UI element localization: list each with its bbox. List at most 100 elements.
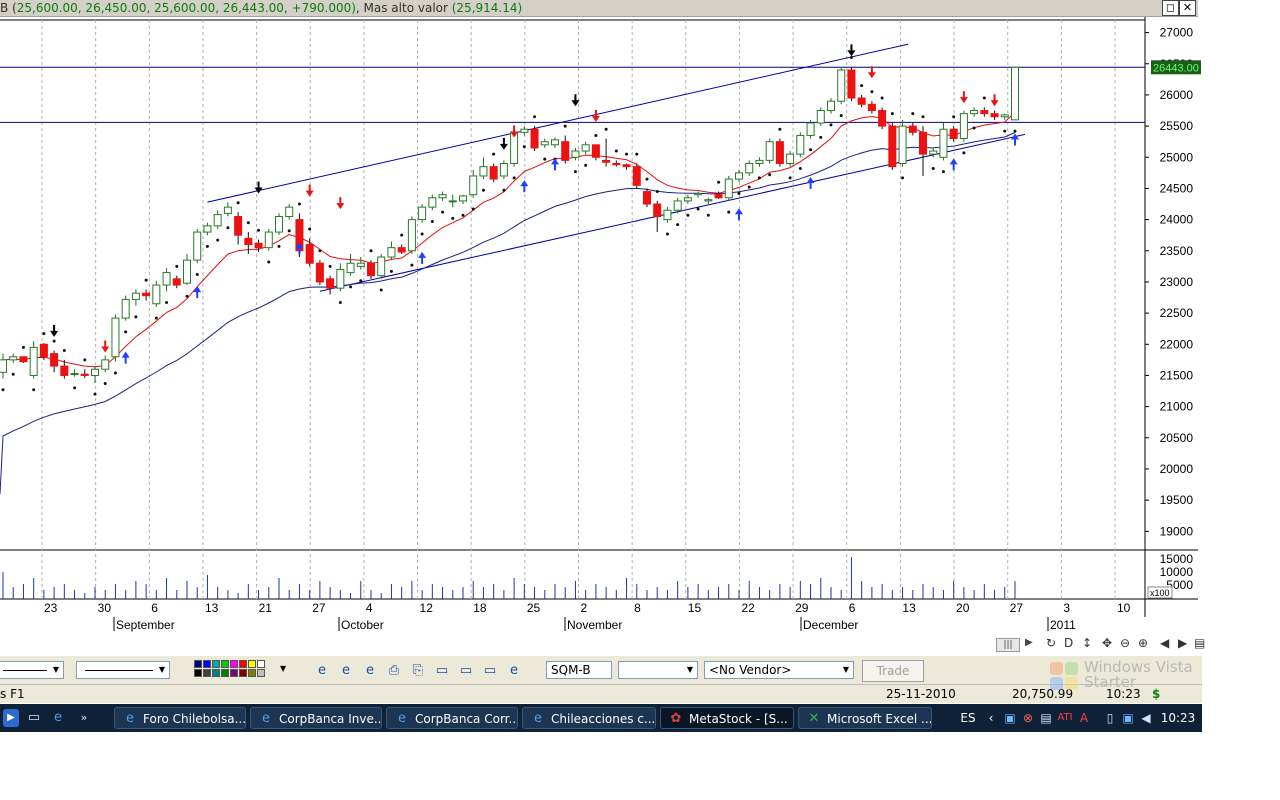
month-label: December	[803, 618, 858, 632]
palette-swatch[interactable]	[248, 669, 256, 677]
stop-dot	[737, 191, 741, 195]
reader-icon[interactable]: A	[1076, 710, 1092, 726]
stop-dot	[543, 157, 547, 161]
palette-swatch[interactable]	[239, 669, 247, 677]
palette-swatch[interactable]	[257, 660, 265, 668]
network-icon[interactable]: ▣	[1002, 710, 1018, 726]
chevron-down-icon: ▼	[842, 665, 850, 674]
volume-tick-label: 10000	[1160, 565, 1194, 579]
candle-body	[980, 110, 989, 115]
taskbar-button-corpbanca-inv[interactable]: e CorpBanca Inve...	[250, 707, 382, 729]
palette-swatch[interactable]	[203, 660, 211, 668]
stop-dot	[277, 244, 281, 248]
date-icon[interactable]: D	[1064, 636, 1073, 650]
palette-swatch[interactable]	[194, 669, 202, 677]
close-icon[interactable]: ✕	[1179, 0, 1196, 16]
candle-body	[888, 125, 897, 168]
line-style-combo[interactable]: ▼	[0, 661, 64, 679]
palette-swatch[interactable]	[212, 660, 220, 668]
window-icon[interactable]: ▭	[482, 663, 498, 679]
export-icon[interactable]: ⎘	[410, 663, 426, 679]
pan-vertical-icon[interactable]: ↕	[1082, 636, 1092, 650]
candle-body	[827, 100, 835, 112]
palette-swatch[interactable]	[248, 660, 256, 668]
date-tick-label: 6	[151, 601, 158, 615]
stop-dot	[410, 263, 414, 267]
scroll-thumb[interactable]: |||	[996, 638, 1020, 652]
trade-button[interactable]: Trade	[862, 660, 924, 682]
palette-swatch[interactable]	[221, 669, 229, 677]
candle-body	[203, 225, 212, 233]
monitor-icon[interactable]: ▣	[1120, 710, 1136, 726]
long-moving-average	[0, 132, 1016, 494]
window-icon[interactable]: ▭	[434, 663, 450, 679]
vendor-value: <No Vendor>	[709, 663, 792, 677]
start-button[interactable]: ▶	[3, 709, 19, 727]
clipboard-icon[interactable]: ▯	[1102, 710, 1118, 726]
pan-icon[interactable]: ✥	[1102, 636, 1112, 650]
palette-swatch[interactable]	[203, 669, 211, 677]
candle-body	[346, 262, 355, 274]
panel-icon[interactable]: ▤	[1194, 636, 1205, 650]
chevron-down-icon[interactable]: ▼	[280, 664, 286, 673]
taskbar-button-corpbanca-corr[interactable]: e CorpBanca Corr...	[386, 707, 518, 729]
palette-swatch[interactable]	[230, 660, 238, 668]
ie-icon[interactable]: e	[50, 710, 66, 726]
price-chart[interactable]: 2700026500260002550025000245002400023500…	[0, 17, 1202, 635]
period-combo[interactable]: ▼	[618, 661, 698, 679]
zoom-in-icon[interactable]: ⊕	[1138, 636, 1148, 650]
buy-arrow-icon	[735, 208, 743, 221]
signal-arrows	[50, 44, 1019, 364]
candle-body	[939, 128, 948, 158]
ati-icon[interactable]: ATI	[1056, 710, 1074, 726]
stop-dot	[931, 166, 935, 170]
ie-icon[interactable]: e	[314, 663, 330, 679]
refresh-icon[interactable]: ↻	[1046, 636, 1056, 650]
window-icon[interactable]: ▭	[458, 663, 474, 679]
scroll-right-icon[interactable]: ▶	[1178, 636, 1187, 650]
security-alert-icon[interactable]: ⊗	[1020, 710, 1036, 726]
restore-icon[interactable]: ◻	[1162, 0, 1179, 16]
taskbar-button-excel[interactable]: ✕ Microsoft Excel ...	[798, 707, 932, 729]
palette-swatch[interactable]	[239, 660, 247, 668]
show-desktop-icon[interactable]: ▭	[26, 710, 42, 726]
candle-body	[397, 247, 406, 253]
color-palette[interactable]	[194, 660, 272, 680]
ie-icon[interactable]: e	[338, 663, 354, 679]
stop-dot	[165, 301, 169, 305]
more-quicklaunch-icon[interactable]: »	[76, 710, 92, 726]
sell-arrow-icon	[50, 324, 59, 337]
stop-dot	[52, 339, 56, 343]
palette-swatch[interactable]	[221, 660, 229, 668]
title-prefix: B (	[0, 1, 17, 15]
status-help-text: s F1	[0, 687, 25, 701]
candle-body	[673, 200, 682, 211]
line-weight-combo[interactable]: ▼	[76, 661, 170, 679]
clock[interactable]: 10:23	[1160, 710, 1196, 726]
vendor-combo[interactable]: <No Vendor> ▼	[704, 661, 854, 679]
taskbar-button-metastock[interactable]: ✿ MetaStock - [S...	[660, 707, 794, 729]
chevron-down-icon: ▼	[686, 665, 694, 674]
language-indicator[interactable]: ES	[958, 710, 978, 726]
symbol-field[interactable]: SQM-B	[546, 661, 612, 679]
stop-dot	[604, 127, 608, 131]
taskbar-button-chileacciones[interactable]: e Chileacciones c...	[522, 707, 656, 729]
month-label: November	[567, 618, 622, 632]
taskbar-button-foro[interactable]: e Foro Chilebolsa...	[114, 707, 246, 729]
scroll-right-small-icon[interactable]: ▶	[1025, 637, 1033, 648]
ie-icon[interactable]: e	[506, 663, 522, 679]
tray-expand-icon[interactable]: ‹	[984, 710, 998, 726]
volume-icon[interactable]: ◀	[1138, 710, 1154, 726]
buy-arrow-icon	[520, 180, 529, 193]
printer-icon[interactable]: ▤	[1038, 710, 1054, 726]
excel-icon: ✕	[808, 711, 820, 726]
import-icon[interactable]: ⎙	[386, 663, 402, 679]
palette-swatch[interactable]	[194, 660, 202, 668]
palette-swatch[interactable]	[230, 669, 238, 677]
palette-swatch[interactable]	[212, 669, 220, 677]
volume-panel: 15000100005000x100	[2, 552, 1194, 599]
palette-swatch[interactable]	[257, 669, 265, 677]
zoom-out-icon[interactable]: ⊖	[1120, 636, 1130, 650]
ie-icon[interactable]: e	[362, 663, 378, 679]
scroll-left-icon[interactable]: ◀	[1160, 636, 1169, 650]
